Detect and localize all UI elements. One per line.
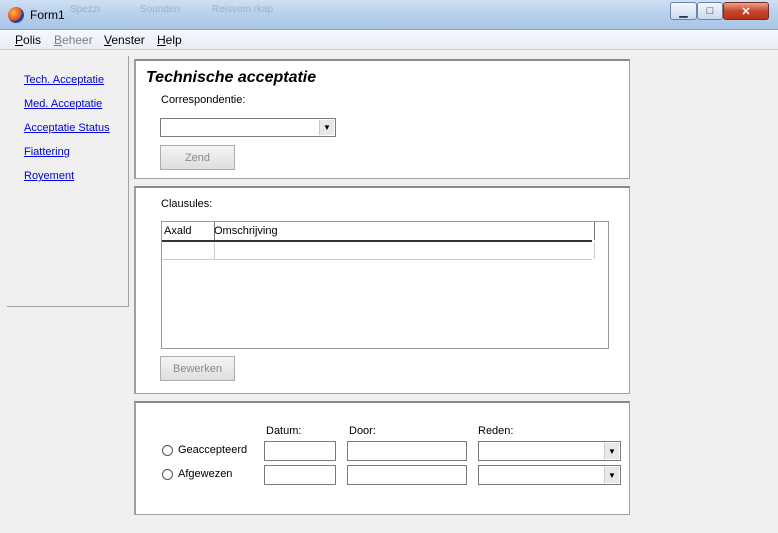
afgewezen-door-field[interactable] <box>347 465 467 485</box>
reden-label: Reden: <box>478 425 514 437</box>
geaccepteerd-datum-field[interactable] <box>264 441 336 461</box>
ghost-title-1: Spezzi <box>70 4 101 15</box>
geaccepteerd-door-field[interactable] <box>347 441 467 461</box>
menu-venster[interactable]: Venster <box>104 33 145 47</box>
ghost-title-2: Sounden <box>140 4 181 15</box>
tech-acceptatie-panel: Technische acceptatie Correspondentie: ▼… <box>134 59 630 179</box>
close-icon: ✕ <box>741 5 751 18</box>
minimize-button[interactable]: ▁ <box>670 2 697 20</box>
menu-beheer[interactable]: Beheer <box>54 33 93 47</box>
afgewezen-reden-select[interactable]: ▼ <box>478 465 621 485</box>
door-label: Door: <box>349 425 376 437</box>
maximize-button[interactable]: □ <box>697 2 723 20</box>
clausules-grid[interactable]: Axald Omschrijving <box>161 221 609 349</box>
afgewezen-label: Afgewezen <box>178 468 233 480</box>
zend-button[interactable]: Zend <box>160 145 235 170</box>
table-cell-omschrijving[interactable] <box>212 242 595 259</box>
minimize-icon: ▁ <box>679 5 688 18</box>
afgewezen-datum-field[interactable] <box>264 465 336 485</box>
maximize-icon: □ <box>706 5 714 17</box>
menu-polis[interactable]: Polis <box>15 33 41 47</box>
geaccepteerd-reden-select[interactable]: ▼ <box>478 441 621 461</box>
bewerken-button[interactable]: Bewerken <box>160 356 235 381</box>
window-title: Form1 <box>30 8 65 22</box>
table-cell-axald[interactable] <box>162 242 215 259</box>
nav-link-med-acceptatie[interactable]: Med. Acceptatie <box>24 98 102 110</box>
menu-help[interactable]: Help <box>157 33 182 47</box>
nav-link-royement[interactable]: Royement <box>24 170 74 182</box>
column-header-axald[interactable]: Axald <box>162 222 215 240</box>
clausules-label: Clausules: <box>161 198 213 210</box>
geaccepteerd-radio[interactable] <box>162 445 173 456</box>
chevron-down-icon[interactable]: ▼ <box>604 467 619 483</box>
correspondentie-label: Correspondentie: <box>161 94 246 106</box>
datum-label: Datum: <box>266 425 302 437</box>
page-title: Technische acceptatie <box>146 69 317 86</box>
chevron-down-icon[interactable]: ▼ <box>319 120 334 135</box>
app-icon <box>8 7 24 23</box>
menu-bar: Polis Beheer Venster Help <box>0 30 778 50</box>
clausules-panel: Clausules: Axald Omschrijving Bewerken <box>134 186 630 394</box>
ghost-title-3: Reisvem rkap <box>212 4 274 15</box>
nav-link-tech-acceptatie[interactable]: Tech. Acceptatie <box>24 74 104 86</box>
correspondentie-select[interactable]: ▼ <box>160 118 336 137</box>
status-panel: Datum: Door: Reden: Geaccepteerd ▼ Afgew… <box>134 401 630 515</box>
table-row[interactable] <box>162 242 595 260</box>
nav-panel: Tech. Acceptatie Med. Acceptatie Accepta… <box>7 56 129 307</box>
grid-header: Axald Omschrijving <box>162 222 595 242</box>
close-button[interactable]: ✕ <box>723 2 769 20</box>
window-titlebar: Form1 Spezzi Sounden Reisvem rkap ▁ □ ✕ <box>0 0 778 30</box>
chevron-down-icon[interactable]: ▼ <box>604 443 619 459</box>
nav-link-acceptatie-status[interactable]: Acceptatie Status <box>24 122 110 134</box>
nav-link-fiattering[interactable]: Fiattering <box>24 146 70 158</box>
geaccepteerd-label: Geaccepteerd <box>178 444 248 456</box>
afgewezen-radio[interactable] <box>162 469 173 480</box>
column-header-omschrijving[interactable]: Omschrijving <box>212 222 595 240</box>
